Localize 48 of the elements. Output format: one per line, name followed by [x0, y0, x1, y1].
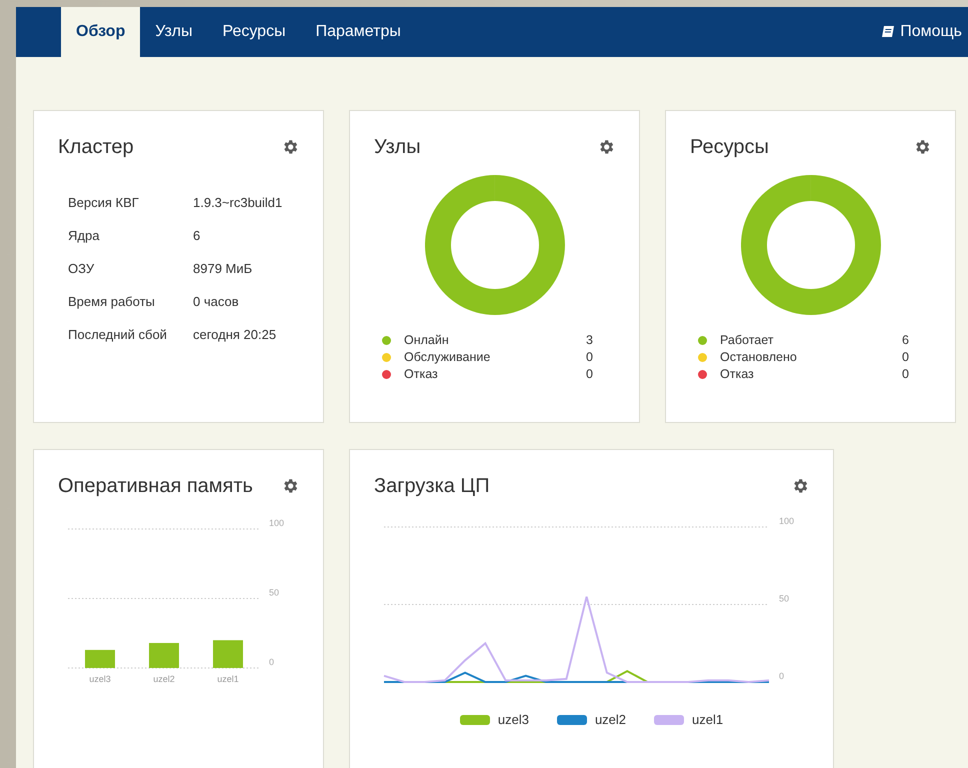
- nav-tab[interactable]: Ресурсы: [207, 7, 301, 57]
- axis-label: 50: [269, 588, 280, 598]
- legend-count: 0: [586, 350, 593, 364]
- legend-count: 0: [586, 367, 593, 381]
- bar: [213, 640, 243, 668]
- legend-label: Обслуживание: [404, 350, 492, 364]
- legend-label: Работает: [720, 333, 775, 347]
- info-value: 8979 МиБ: [193, 261, 254, 276]
- legend-label: uzel2: [594, 712, 626, 727]
- axis-label: 0: [779, 671, 784, 681]
- card-title: Узлы: [374, 136, 421, 158]
- card-title: Ресурсы: [690, 136, 769, 158]
- info-value: 1.9.3~rc3build1: [193, 195, 284, 210]
- axis-label: uzel3: [89, 674, 111, 684]
- legend-count: 3: [586, 333, 593, 347]
- book-icon: [881, 25, 896, 39]
- nav-tab[interactable]: Узлы: [140, 7, 208, 57]
- legend-label: Остановлено: [720, 350, 798, 364]
- legend-count: 0: [902, 367, 909, 381]
- info-label: Время работы: [68, 294, 156, 309]
- nav-tab[interactable]: Параметры: [300, 7, 416, 57]
- legend-label: Онлайн: [404, 333, 450, 347]
- info-label: Последний сбой: [68, 327, 168, 342]
- axis-label: uzel2: [153, 674, 175, 684]
- info-value: сегодня 20:25: [193, 327, 278, 342]
- card-title: Оперативная память: [58, 474, 253, 498]
- axis-label: 0: [269, 657, 274, 667]
- legend-label: uzel1: [692, 712, 724, 727]
- info-value: 6: [193, 228, 202, 243]
- axis-label: 100: [269, 518, 284, 528]
- bar: [85, 650, 115, 668]
- axis-label: 100: [779, 516, 794, 526]
- legend-label: Отказ: [404, 367, 439, 381]
- nav-tab[interactable]: Обзор: [61, 7, 140, 57]
- card-title: Загрузка ЦП: [374, 474, 490, 498]
- axis-label: 50: [779, 594, 790, 604]
- axis-label: uzel1: [217, 674, 239, 684]
- info-label: Версия КВГ: [68, 195, 140, 210]
- legend-count: 6: [902, 333, 909, 347]
- info-label: ОЗУ: [68, 261, 96, 276]
- legend-count: 0: [902, 350, 909, 364]
- bar: [149, 642, 179, 668]
- legend-label: Отказ: [720, 367, 755, 381]
- info-label: Ядра: [68, 228, 100, 243]
- card-title: Кластер: [58, 136, 134, 158]
- info-value: 0 часов: [193, 294, 240, 309]
- legend-label: uzel3: [498, 712, 529, 727]
- help-link[interactable]: Помощь: [881, 7, 962, 57]
